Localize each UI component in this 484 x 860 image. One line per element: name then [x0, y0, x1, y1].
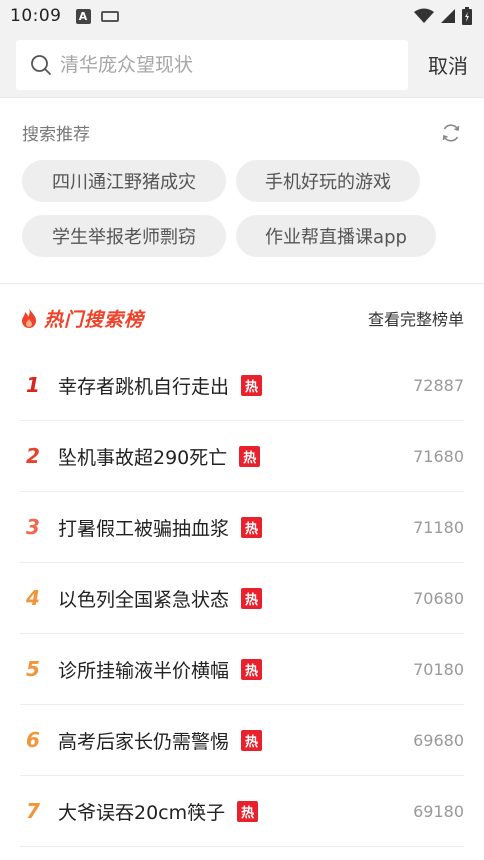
recommend-chip[interactable]: 学生举报老师剽窃 [22, 215, 226, 257]
status-bar: 10:09 A [0, 0, 484, 32]
hot-badge: 热 [241, 658, 263, 680]
rank-number: 5 [26, 657, 40, 681]
hot-badge: 热 [241, 729, 263, 751]
hot-item-count: 69680 [413, 730, 464, 750]
rank-number: 2 [26, 444, 40, 468]
hot-item-title: 诊所挂输液半价横幅 [58, 659, 230, 682]
hot-list-item[interactable]: 5 诊所挂输液半价横幅 热 70180 [20, 634, 464, 705]
hot-item-count: 70680 [413, 588, 464, 608]
hot-item-title: 幸存者跳机自行走出 [58, 375, 230, 398]
hot-list-item[interactable]: 6 高考后家长仍需警惕 热 69680 [20, 705, 464, 776]
search-input[interactable] [60, 53, 394, 76]
rank-number: 4 [26, 586, 40, 610]
hot-badge: 热 [239, 445, 261, 467]
status-time: 10:09 [10, 6, 62, 26]
hot-badge: 热 [241, 374, 263, 396]
recommend-chip[interactable]: 手机好玩的游戏 [236, 160, 420, 202]
hot-item-count: 72887 [413, 375, 464, 395]
hot-list-item[interactable]: 1 幸存者跳机自行走出 热 72887 [20, 350, 464, 421]
hot-badge: 热 [241, 587, 263, 609]
hot-item-title: 高考后家长仍需警惕 [58, 730, 230, 753]
search-icon [31, 54, 51, 75]
rank-number: 6 [26, 728, 40, 752]
keyboard-icon [100, 10, 119, 22]
hot-list-item[interactable]: 7 大爷误吞20cm筷子 热 69180 [20, 776, 464, 847]
search-header: 取消 [0, 32, 484, 98]
hot-item-title: 大爷误吞20cm筷子 [58, 801, 226, 824]
hot-search-header: 热门搜索榜 查看完整榜单 [0, 296, 484, 340]
rank-number: 1 [26, 373, 40, 397]
search-recommend-section: 搜索推荐 四川通江野猪成灾 手机好玩的游戏 学生举报老师剽窃 作业帮直播课app [0, 98, 484, 284]
view-full-list-link[interactable]: 查看完整榜单 [368, 306, 464, 330]
recommend-chip[interactable]: 作业帮直播课app [236, 215, 436, 257]
hot-item-title: 以色列全国紧急状态 [58, 588, 230, 611]
recommend-title: 搜索推荐 [22, 125, 90, 145]
hot-item-count: 69180 [413, 801, 464, 821]
search-box[interactable] [16, 39, 408, 90]
cancel-button[interactable]: 取消 [428, 50, 468, 79]
hot-item-count: 70180 [413, 659, 464, 679]
notification-a-icon: A [75, 8, 91, 24]
hot-item-count: 71180 [413, 517, 464, 537]
hot-badge: 热 [237, 800, 259, 822]
hot-item-title: 坠机事故超290死亡 [58, 446, 228, 469]
hot-list-item[interactable]: 4 以色列全国紧急状态 热 70680 [20, 563, 464, 634]
rank-number: 7 [26, 799, 40, 823]
wifi-icon [414, 8, 434, 23]
hot-item-count: 71680 [413, 446, 464, 466]
recommend-chip[interactable]: 四川通江野猪成灾 [22, 160, 226, 202]
hot-list-item[interactable]: 2 坠机事故超290死亡 热 71680 [20, 421, 464, 492]
hot-item-title: 打暑假工被骗抽血浆 [58, 517, 230, 540]
fire-icon [22, 308, 36, 328]
rank-number: 3 [26, 515, 40, 539]
battery-icon [462, 7, 472, 25]
signal-icon [441, 9, 455, 23]
hot-search-title: 热门搜索榜 [44, 308, 145, 331]
hot-list-item[interactable]: 3 打暑假工被骗抽血浆 热 71180 [20, 492, 464, 563]
hot-badge: 热 [241, 516, 263, 538]
refresh-icon[interactable] [440, 122, 462, 144]
